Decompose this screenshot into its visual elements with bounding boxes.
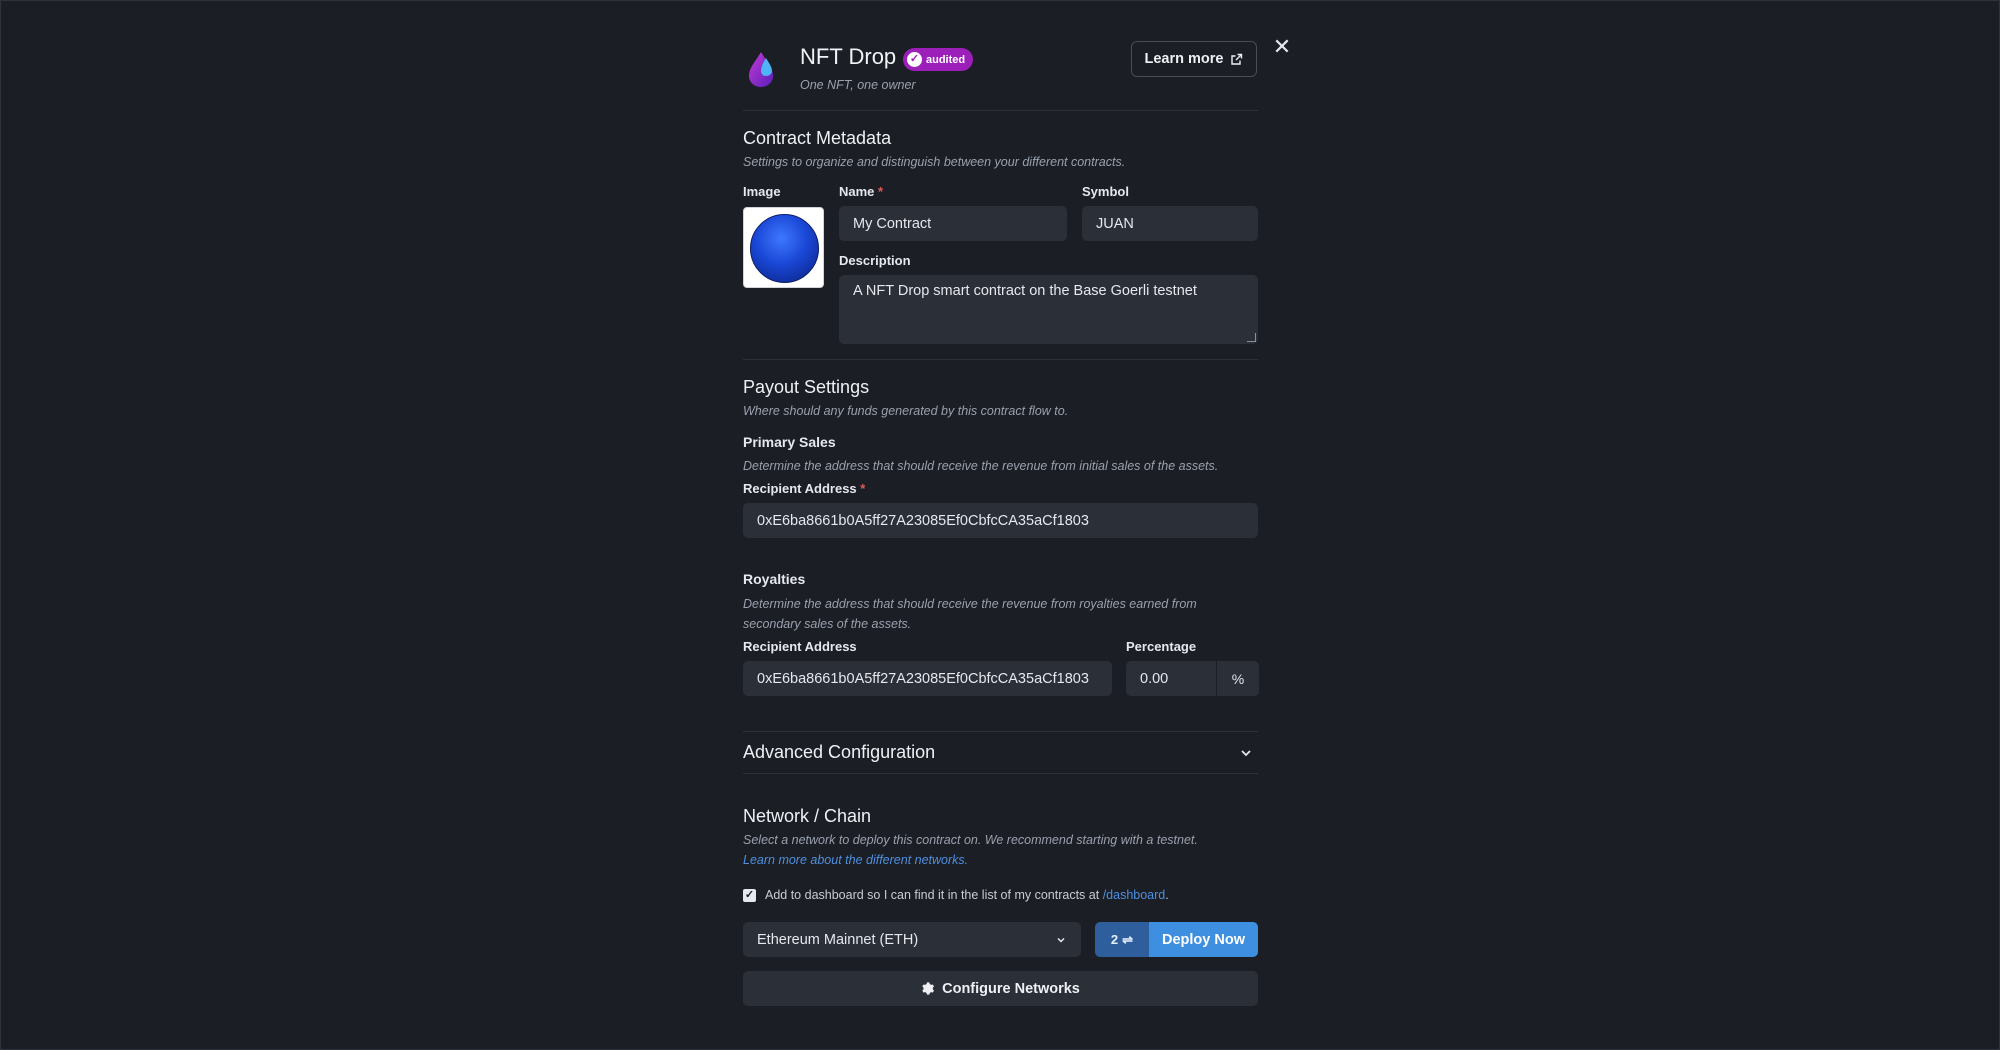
add-to-dashboard-text: Add to dashboard so I can find it in the…	[765, 888, 1169, 902]
external-link-icon	[1231, 53, 1243, 65]
close-icon[interactable]: ✕	[1271, 36, 1293, 58]
learn-networks-link[interactable]: Learn more about the different networks.	[743, 850, 968, 870]
network-heading: Network / Chain	[743, 806, 872, 826]
check-circle-icon: ✓	[907, 52, 922, 67]
primary-recipient-label-text: Recipient Address	[743, 481, 857, 496]
metadata-heading: Contract Metadata	[743, 128, 892, 148]
chevron-down-icon	[1057, 937, 1065, 943]
network-count: 2	[1110, 932, 1119, 947]
divider	[743, 359, 1258, 360]
learn-more-button[interactable]: Learn more	[1131, 41, 1257, 77]
name-label-text: Name	[839, 184, 875, 199]
add-to-dashboard-label: Add to dashboard so I can find it in the…	[765, 888, 1100, 902]
primary-sales-description: Determine the address that should receiv…	[743, 459, 1219, 473]
deploy-now-button[interactable]: Deploy Now	[1149, 922, 1258, 957]
gear-icon	[922, 982, 935, 995]
configure-networks-label: Configure Networks	[942, 980, 1080, 997]
symbol-input[interactable]: JUAN	[1082, 206, 1258, 241]
name-label: Name *	[839, 184, 883, 199]
description-label: Description	[839, 253, 911, 268]
contract-subtitle: One NFT, one owner	[800, 78, 916, 92]
required-marker: *	[878, 184, 884, 199]
name-input[interactable]: My Contract	[839, 206, 1067, 241]
percentage-label: Percentage	[1126, 639, 1197, 654]
primary-sales-heading: Primary Sales	[743, 434, 836, 450]
symbol-label: Symbol	[1082, 184, 1129, 199]
payout-heading: Payout Settings	[743, 377, 870, 397]
required-marker: *	[860, 481, 866, 496]
deploy-contract-modal: NFT Drop ✓ audited One NFT, one owner Le…	[743, 0, 1291, 1050]
learn-more-label: Learn more	[1144, 51, 1224, 67]
contract-image-upload[interactable]	[743, 207, 824, 288]
royalties-recipient-label: Recipient Address	[743, 639, 857, 654]
payout-description: Where should any funds generated by this…	[743, 404, 1069, 418]
description-text: A NFT Drop smart contract on the Base Go…	[853, 283, 1197, 299]
contract-title: NFT Drop	[800, 44, 897, 69]
network-description: Select a network to deploy this contract…	[743, 833, 1198, 847]
network-select[interactable]: Ethereum Mainnet (ETH)	[743, 922, 1081, 957]
resize-handle[interactable]	[1247, 333, 1256, 342]
image-label: Image	[743, 184, 781, 199]
percentage-input[interactable]: 0.00	[1126, 661, 1216, 696]
audited-badge: ✓ audited	[903, 48, 974, 71]
percentage-suffix: %	[1216, 661, 1259, 696]
chevron-down-icon	[1241, 749, 1251, 756]
primary-recipient-input[interactable]: 0xE6ba8661b0A5ff27A23085Ef0CbfcCA35aCf18…	[743, 503, 1258, 538]
add-to-dashboard-period: .	[1165, 888, 1169, 902]
divider	[743, 110, 1258, 111]
advanced-configuration-toggle[interactable]: Advanced Configuration	[743, 731, 1258, 774]
royalties-recipient-input[interactable]: 0xE6ba8661b0A5ff27A23085Ef0CbfcCA35aCf18…	[743, 661, 1112, 696]
primary-recipient-label: Recipient Address *	[743, 481, 865, 496]
deploy-group: 2 ⇌ Deploy Now	[1095, 922, 1258, 957]
royalties-description-line1: Determine the address that should receiv…	[743, 597, 1197, 611]
royalties-heading: Royalties	[743, 571, 806, 587]
network-select-value: Ethereum Mainnet (ETH)	[757, 931, 919, 948]
contract-image	[750, 214, 819, 283]
advanced-configuration-heading: Advanced Configuration	[743, 742, 936, 762]
add-to-dashboard-row: ✓ Add to dashboard so I can find it in t…	[743, 888, 1169, 902]
swap-icon: ⇌	[1122, 931, 1134, 947]
audited-badge-label: audited	[926, 53, 966, 66]
add-to-dashboard-checkbox[interactable]: ✓	[743, 888, 756, 902]
configure-networks-button[interactable]: Configure Networks	[743, 971, 1258, 1006]
description-textarea[interactable]: A NFT Drop smart contract on the Base Go…	[839, 275, 1258, 344]
royalties-description-line2: secondary sales of the assets.	[743, 617, 912, 631]
metadata-description: Settings to organize and distinguish bet…	[743, 155, 1126, 169]
dashboard-link[interactable]: /dashboard	[1103, 888, 1166, 902]
nft-drop-logo-icon	[749, 52, 773, 87]
network-count-button[interactable]: 2 ⇌	[1095, 922, 1149, 957]
